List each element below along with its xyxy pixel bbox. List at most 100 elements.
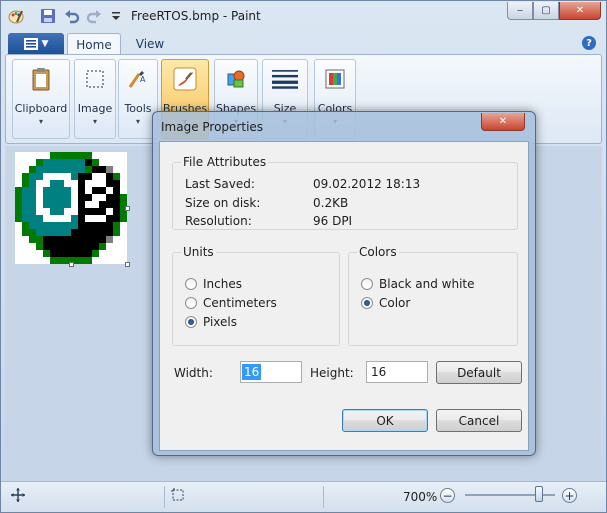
pixel — [36, 243, 43, 250]
pixel — [29, 180, 36, 187]
pixel — [113, 208, 120, 215]
redo-icon[interactable] — [85, 7, 103, 25]
resize-handle-corner[interactable] — [125, 262, 130, 267]
pixel — [64, 229, 71, 236]
pixel — [106, 215, 113, 222]
pixel — [15, 201, 22, 208]
save-icon[interactable] — [39, 7, 57, 25]
tab-home[interactable]: Home — [67, 33, 121, 55]
pixel — [15, 187, 22, 194]
image-canvas[interactable] — [15, 152, 127, 264]
pixel — [106, 222, 113, 229]
pixel — [64, 173, 71, 180]
pixel — [85, 257, 92, 264]
dialog-close-button[interactable]: ✕ — [481, 113, 525, 131]
pixel — [50, 194, 57, 201]
pixel — [78, 215, 85, 222]
units-pixels-radio[interactable]: Pixels — [185, 315, 237, 329]
tab-view[interactable]: View — [125, 33, 175, 55]
pixel — [78, 152, 85, 159]
status-separator — [323, 486, 324, 508]
pixel — [36, 187, 43, 194]
radio-button-selected[interactable] — [361, 297, 373, 309]
customize-toolbar-chevron-icon[interactable] — [107, 7, 125, 25]
units-inches-radio[interactable]: Inches — [185, 277, 242, 291]
units-inches-label: Inches — [203, 277, 242, 291]
pixel — [50, 208, 57, 215]
maximize-button[interactable]: ▢ — [533, 2, 559, 20]
pixel — [22, 166, 29, 173]
pixel — [78, 250, 85, 257]
colors-icon — [322, 66, 348, 92]
pixel — [78, 173, 85, 180]
paint-app-icon[interactable] — [7, 7, 25, 25]
pixel — [50, 152, 57, 159]
height-input[interactable] — [366, 361, 428, 383]
colors-color-radio[interactable]: Color — [361, 296, 410, 310]
paint-menu-button[interactable]: ▼ — [8, 33, 64, 55]
cancel-button[interactable]: Cancel — [436, 409, 522, 432]
pixel — [22, 159, 29, 166]
radio-button-selected[interactable] — [185, 316, 197, 328]
default-button[interactable]: Default — [436, 361, 522, 384]
pixel — [50, 180, 57, 187]
undo-icon[interactable] — [63, 7, 81, 25]
minimize-button[interactable]: ‒ — [507, 2, 533, 20]
clipboard-group-button[interactable]: Clipboard ▾ — [12, 59, 70, 139]
zoom-in-button[interactable]: + — [562, 488, 577, 503]
pixel — [85, 173, 92, 180]
resize-handle-bottom[interactable] — [69, 262, 74, 267]
pixel — [57, 159, 64, 166]
pixel — [64, 215, 71, 222]
clipboard-label: Clipboard — [14, 102, 68, 115]
pixel — [43, 201, 50, 208]
pixel — [78, 222, 85, 229]
pixel — [50, 215, 57, 222]
pixel — [92, 257, 99, 264]
colors-bw-radio[interactable]: Black and white — [361, 277, 475, 291]
close-button[interactable]: ✕ — [559, 2, 601, 20]
resize-handle-right[interactable] — [125, 206, 130, 211]
units-centimeters-radio[interactable]: Centimeters — [185, 296, 277, 310]
image-group-button[interactable]: Image ▾ — [74, 59, 116, 139]
zoom-out-button[interactable]: − — [440, 488, 455, 503]
pixel — [106, 250, 113, 257]
pixel — [29, 166, 36, 173]
pixel — [64, 201, 71, 208]
pixel — [36, 236, 43, 243]
pixel — [57, 236, 64, 243]
pixel — [50, 250, 57, 257]
pixel — [43, 180, 50, 187]
pixel — [64, 166, 71, 173]
resolution-value: 96 DPI — [313, 214, 353, 228]
paint-window: FreeRTOS.bmp - Paint ‒ ▢ ✕ ▼ Home View ?… — [0, 0, 607, 513]
pixel — [29, 215, 36, 222]
pixel — [43, 257, 50, 264]
pixel — [50, 201, 57, 208]
units-group: Units Inches Centimeters Pixels — [172, 245, 340, 346]
radio-button[interactable] — [185, 278, 197, 290]
pixel — [15, 194, 22, 201]
pixel — [113, 222, 120, 229]
pixel — [22, 194, 29, 201]
ok-button[interactable]: OK — [342, 409, 428, 432]
file-attributes-group: File Attributes Last Saved: 09.02.2012 1… — [172, 155, 518, 230]
pixel — [85, 222, 92, 229]
pixel — [71, 236, 78, 243]
pixel — [99, 194, 106, 201]
pixel — [15, 222, 22, 229]
help-icon[interactable]: ? — [582, 36, 596, 50]
pixel — [99, 250, 106, 257]
pixel — [113, 152, 120, 159]
pixel — [22, 215, 29, 222]
zoom-slider-thumb[interactable] — [534, 486, 543, 502]
pixel-art-image — [15, 152, 127, 264]
pixel — [29, 236, 36, 243]
pixel — [113, 159, 120, 166]
radio-button[interactable] — [361, 278, 373, 290]
pixel — [120, 250, 127, 257]
size-icon — [272, 66, 298, 92]
pixel — [22, 208, 29, 215]
radio-button[interactable] — [185, 297, 197, 309]
pixel — [106, 201, 113, 208]
